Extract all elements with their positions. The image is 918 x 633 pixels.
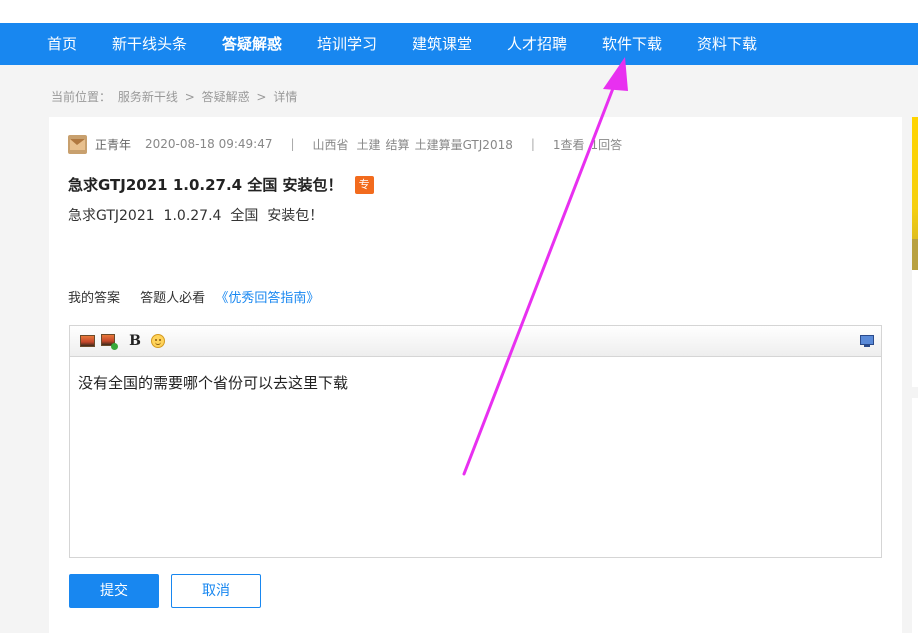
- banner-stripe: [912, 239, 918, 270]
- professional-badge: 专: [354, 175, 374, 194]
- author-name[interactable]: 正青年: [95, 136, 131, 153]
- nav-item-material-download[interactable]: 资料下载: [697, 23, 757, 65]
- category-tag: 土建: [356, 137, 381, 152]
- meta-separator: |: [530, 137, 535, 151]
- nav-item-jobs[interactable]: 人才招聘: [507, 23, 567, 65]
- nav-item-home[interactable]: 首页: [47, 23, 77, 65]
- emoji-icon[interactable]: [150, 333, 166, 349]
- editor-textarea[interactable]: 没有全国的需要哪个省份可以去这里下载: [78, 372, 348, 393]
- category-tag: 土建算量GTJ2018: [414, 137, 513, 152]
- must-read-label: 答题人必看: [140, 291, 206, 306]
- answer-guide-link[interactable]: 《优秀回答指南》: [215, 291, 319, 306]
- nav-item-classroom[interactable]: 建筑课堂: [412, 23, 472, 65]
- avatar[interactable]: [68, 134, 87, 154]
- main-nav: 首页 新干线头条 答疑解惑 培训学习 建筑课堂 人才招聘 软件下载 资料下载: [0, 23, 918, 65]
- breadcrumb-link-qa[interactable]: 答疑解惑: [202, 90, 250, 104]
- meta-separator: |: [290, 137, 295, 151]
- cancel-button[interactable]: 取消: [171, 574, 261, 608]
- question-title: 急求GTJ2021 1.0.27.4 全国 安装包！: [68, 176, 343, 194]
- breadcrumb-link-service[interactable]: 服务新干线: [118, 90, 178, 104]
- image-icon[interactable]: [79, 333, 95, 349]
- nav-item-headlines[interactable]: 新干线头条: [112, 23, 187, 65]
- breadcrumb-current: 详情: [273, 90, 298, 104]
- right-side-banner[interactable]: [912, 117, 918, 387]
- post-time: 2020-08-18 09:49:47: [145, 137, 273, 151]
- question-meta: 正青年 2020-08-18 09:49:47 | 山西省 土建 结算 土建算量…: [68, 134, 628, 154]
- answer-editor: B 没有全国的需要哪个省份可以去这里下载: [69, 325, 882, 558]
- my-answer-label: 我的答案: [68, 291, 121, 306]
- question-title-row: 急求GTJ2021 1.0.27.4 全国 安装包！ 专: [68, 174, 374, 195]
- editor-toolbar: B: [70, 326, 881, 357]
- top-bar: [0, 0, 918, 23]
- right-side-panel: [912, 398, 918, 633]
- nav-item-qa[interactable]: 答疑解惑: [222, 23, 282, 65]
- breadcrumb-separator: >: [256, 90, 267, 104]
- breadcrumb-separator: >: [184, 90, 195, 104]
- nav-item-training[interactable]: 培训学习: [317, 23, 377, 65]
- bold-icon[interactable]: B: [127, 333, 143, 349]
- question-body: 急求GTJ2021 1.0.27.4 全国 安装包！: [68, 208, 324, 224]
- fullscreen-icon[interactable]: [859, 333, 875, 349]
- breadcrumb: 当前位置： 服务新干线 > 答疑解惑 > 详情: [51, 88, 300, 105]
- view-count: 1查看: [552, 137, 585, 152]
- answer-count: 1回答: [590, 137, 623, 152]
- image-upload-icon[interactable]: [101, 333, 118, 350]
- nav-item-software-download[interactable]: 软件下载: [602, 23, 662, 65]
- breadcrumb-label: 当前位置：: [51, 90, 112, 104]
- category-tag: 结算: [385, 137, 410, 152]
- province-tag: 山西省: [312, 137, 349, 152]
- answer-header: 我的答案 答题人必看 《优秀回答指南》: [68, 287, 319, 306]
- submit-button[interactable]: 提交: [69, 574, 159, 608]
